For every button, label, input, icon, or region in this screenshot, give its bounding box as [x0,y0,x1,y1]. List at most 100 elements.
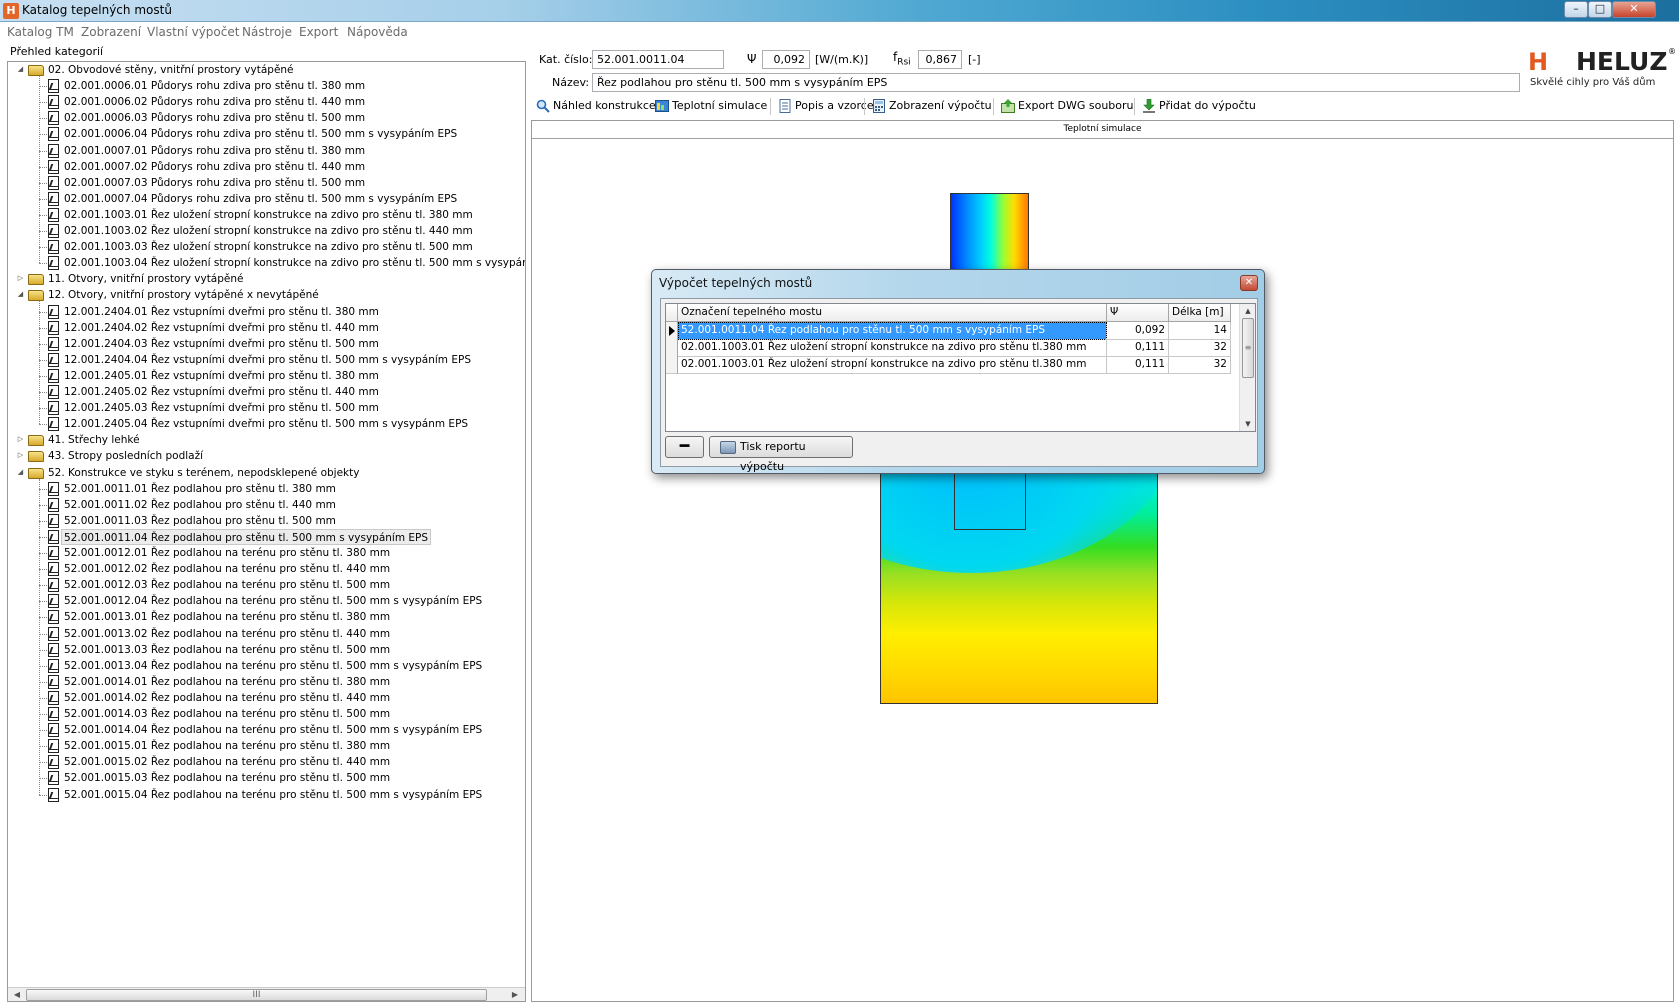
length-cell[interactable]: 14 [1169,322,1231,340]
tree-item[interactable]: 02.001.1003.01 Řez uložení stropní konst… [64,207,473,223]
tree-item[interactable]: 52.001.0015.04 Řez podlahou na terénu pr… [64,787,482,803]
length-cell[interactable]: 32 [1169,339,1231,357]
scroll-down-icon[interactable]: ▼ [1241,417,1255,431]
column-header-psi[interactable]: Ψ [1107,304,1169,322]
grid-row[interactable]: 52.001.0011.04 Řez podlahou pro stěnu tl… [666,322,1238,340]
tree-category[interactable]: 52. Konstrukce ve styku s terénem, nepod… [48,465,359,481]
scroll-left-icon[interactable]: ◀ [10,989,24,1001]
scroll-right-icon[interactable]: ▶ [508,989,522,1001]
tree-item[interactable]: 12.001.2405.01 Řez vstupními dveřmi pro … [64,368,379,384]
scroll-thumb[interactable]: III [26,989,487,1001]
zobrazeni-vypoctu-button[interactable]: Zobrazení výpočtu [871,96,992,116]
tree-item[interactable]: 52.001.0013.02 Řez podlahou na terénu pr… [64,626,390,642]
menu-vlastni-vypocet[interactable]: Vlastní výpočet [147,25,239,39]
expand-icon[interactable]: ▷ [16,274,25,283]
tree-item[interactable]: 52.001.0012.02 Řez podlahou na terénu pr… [64,561,390,577]
tree-item[interactable]: 02.001.1003.02 Řez uložení stropní konst… [64,223,473,239]
collapse-icon[interactable]: ◢ [16,468,25,477]
tree-item[interactable]: 52.001.0012.01 Řez podlahou na terénu pr… [64,545,390,561]
tree-item[interactable]: 52.001.0011.03 Řez podlahou pro stěnu tl… [64,513,336,529]
minimize-button[interactable]: – [1564,1,1588,18]
tree-item[interactable]: 52.001.0013.04 Řez podlahou na terénu pr… [64,658,482,674]
bridge-name-cell[interactable]: 52.001.0011.04 Řez podlahou pro stěnu tl… [678,322,1107,340]
column-header-length[interactable]: Délka [m] [1169,304,1231,322]
print-report-button[interactable]: Tisk reportu výpočtu [709,436,853,473]
grid-vertical-scrollbar[interactable]: ▲ ≡ ▼ [1239,304,1255,431]
tree-item[interactable]: 12.001.2404.02 Řez vstupními dveřmi pro … [64,320,379,336]
psi-cell[interactable]: 0,092 [1107,322,1169,340]
thermal-bridge-grid[interactable]: Označení tepelného mostu Ψ Délka [m] 52.… [665,303,1256,432]
scroll-thumb[interactable]: ≡ [1242,318,1254,378]
psi-value-field[interactable]: 0,092 [762,50,810,69]
tree-item[interactable]: 02.001.0007.03 Půdorys rohu zdiva pro st… [64,175,365,191]
tree-item[interactable]: 52.001.0011.04 Řez podlahou pro stěnu tl… [61,528,432,545]
psi-cell[interactable]: 0,111 [1107,339,1169,357]
tree-item[interactable]: 52.001.0012.04 Řez podlahou na terénu pr… [64,593,482,609]
tree-item[interactable]: 52.001.0013.03 Řez podlahou na terénu pr… [64,642,390,658]
tree-item[interactable]: 52.001.0014.03 Řez podlahou na terénu pr… [64,706,390,722]
expand-icon[interactable]: ▷ [16,451,25,460]
tree-item[interactable]: 52.001.0011.01 Řez podlahou pro stěnu tl… [64,481,336,497]
menu-katalog-tm[interactable]: Katalog TM [7,25,74,39]
remove-row-button[interactable]: ━ [665,436,704,458]
tree-item[interactable]: 02.001.0007.01 Půdorys rohu zdiva pro st… [64,143,365,159]
dialog-close-button[interactable]: ✕ [1240,275,1258,291]
category-tree[interactable]: ◢ 02. Obvodové stěny, vnitřní prostory vy… [7,61,526,1002]
menu-napoveda[interactable]: Nápověda [347,25,408,39]
document-icon [48,513,59,528]
tree-item[interactable]: 02.001.1003.03 Řez uložení stropní konst… [64,239,473,255]
psi-cell[interactable]: 0,111 [1107,356,1169,374]
tree-item[interactable]: 02.001.0007.04 Půdorys rohu zdiva pro st… [64,191,457,207]
tree-item[interactable]: 12.001.2405.04 Řez vstupními dveřmi pro … [64,416,468,432]
nahled-konstrukce-button[interactable]: Náhled konstrukce [535,96,656,116]
tree-horizontal-scrollbar[interactable]: ◀ III ▶ [8,987,525,1001]
tree-item[interactable]: 52.001.0014.01 Řez podlahou na terénu pr… [64,674,390,690]
tree-item[interactable]: 52.001.0014.02 Řez podlahou na terénu pr… [64,690,390,706]
tree-category[interactable]: 02. Obvodové stěny, vnitřní prostory vyt… [48,62,294,78]
tree-item[interactable]: 52.001.0014.04 Řez podlahou na terénu pr… [64,722,482,738]
collapse-icon[interactable]: ◢ [16,290,25,299]
export-dwg-button[interactable]: Export DWG souboru [1000,96,1134,116]
tree-item[interactable]: 12.001.2404.03 Řez vstupními dveřmi pro … [64,336,379,352]
tree-item[interactable]: 02.001.0006.02 Půdorys rohu zdiva pro st… [64,94,365,110]
tree-item[interactable]: 02.001.0006.04 Půdorys rohu zdiva pro st… [64,126,457,142]
length-cell[interactable]: 32 [1169,356,1231,374]
frsi-value-field[interactable]: 0,867 [918,50,962,69]
menu-export[interactable]: Export [299,25,338,39]
tree-item[interactable]: 52.001.0015.02 Řez podlahou na terénu pr… [64,754,390,770]
tree-category[interactable]: 43. Stropy posledních podlaží [48,448,203,464]
teplotni-simulace-button[interactable]: Teplotní simulace [654,96,767,116]
bridge-name-cell[interactable]: 02.001.1003.01 Řez uložení stropní konst… [678,339,1107,357]
nazev-field[interactable]: Řez podlahou pro stěnu tl. 500 mm s vysy… [592,73,1520,92]
kat-cislo-field[interactable]: 52.001.0011.04 [592,50,724,69]
tree-item[interactable]: 02.001.1003.04 Řez uložení stropní konst… [64,255,525,271]
tree-item[interactable]: 52.001.0013.01 Řez podlahou na terénu pr… [64,609,390,625]
tree-item[interactable]: 52.001.0015.03 Řez podlahou na terénu pr… [64,770,390,786]
tree-item[interactable]: 02.001.0006.01 Půdorys rohu zdiva pro st… [64,78,365,94]
menu-nastroje[interactable]: Nástroje [242,25,292,39]
tree-item[interactable]: 12.001.2404.04 Řez vstupními dveřmi pro … [64,352,471,368]
pridat-do-vypoctu-button[interactable]: Přidat do výpočtu [1141,96,1256,116]
expand-icon[interactable]: ▷ [16,435,25,444]
column-header-name[interactable]: Označení tepelného mostu [678,304,1107,322]
bridge-name-cell[interactable]: 02.001.1003.01 Řez uložení stropní konst… [678,356,1107,374]
scroll-up-icon[interactable]: ▲ [1241,304,1255,318]
maximize-button[interactable]: □ [1588,1,1612,18]
tree-item[interactable]: 52.001.0011.02 Řez podlahou pro stěnu tl… [64,497,336,513]
tree-item[interactable]: 52.001.0012.03 Řez podlahou na terénu pr… [64,577,390,593]
popis-a-vzorce-button[interactable]: Popis a vzorce [777,96,874,116]
tree-item[interactable]: 12.001.2405.03 Řez vstupními dveřmi pro … [64,400,379,416]
tree-item[interactable]: 12.001.2404.01 Řez vstupními dveřmi pro … [64,304,379,320]
close-window-button[interactable]: ✕ [1612,1,1656,18]
tree-item[interactable]: 52.001.0015.01 Řez podlahou na terénu pr… [64,738,390,754]
tree-item[interactable]: 12.001.2405.02 Řez vstupními dveřmi pro … [64,384,379,400]
grid-row[interactable]: 02.001.1003.01 Řez uložení stropní konst… [666,339,1238,357]
collapse-icon[interactable]: ◢ [16,65,25,74]
grid-row[interactable]: 02.001.1003.01 Řez uložení stropní konst… [666,356,1238,374]
tree-category[interactable]: 11. Otvory, vnitřní prostory vytápěné [48,271,243,287]
tree-category[interactable]: 41. Střechy lehké [48,432,140,448]
tree-item[interactable]: 02.001.0007.02 Půdorys rohu zdiva pro st… [64,159,365,175]
tree-item[interactable]: 02.001.0006.03 Půdorys rohu zdiva pro st… [64,110,365,126]
menu-zobrazeni[interactable]: Zobrazení [81,25,141,39]
tree-category[interactable]: 12. Otvory, vnitřní prostory vytápěné x … [48,287,319,303]
